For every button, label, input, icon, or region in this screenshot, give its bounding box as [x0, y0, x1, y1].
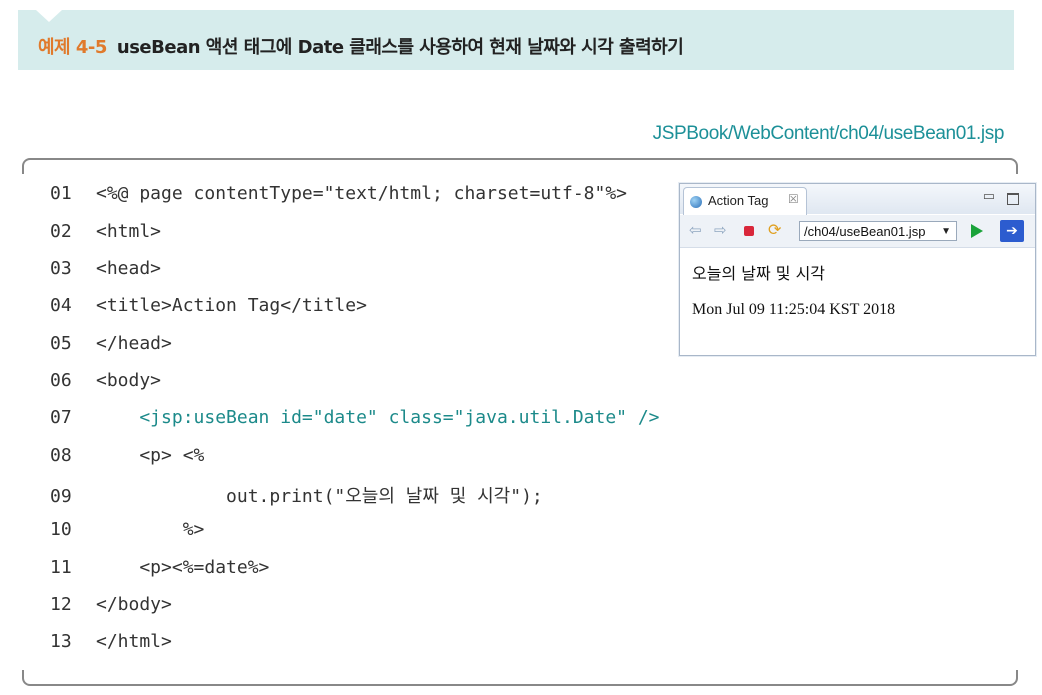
- refresh-icon[interactable]: ⟳: [768, 220, 781, 239]
- code-text: <head>: [96, 258, 162, 279]
- example-title: 예제 4-5 useBean 액션 태그에 Date 클래스를 사용하여 현재 날…: [38, 33, 684, 59]
- file-path: JSPBook/WebContent/ch04/useBean01.jsp: [652, 123, 1005, 144]
- browser-toolbar: ⇦ ⇨ ⟳ /ch04/useBean01.jsp ▼ ➔: [680, 215, 1035, 248]
- code-line: 07 <jsp:useBean id="date" class="java.ut…: [50, 407, 660, 437]
- forward-arrow-icon[interactable]: ⇨: [714, 221, 727, 239]
- code-line: 01 <%@ page contentType="text/html; chars…: [50, 183, 627, 213]
- browser-tab-label: Action Tag: [708, 193, 769, 208]
- code-text: </html>: [96, 631, 172, 652]
- code-box-top-bracket: [22, 158, 1018, 174]
- code-line: 13 </html>: [50, 631, 172, 661]
- minimize-icon[interactable]: ▭: [983, 189, 995, 204]
- line-number: 02: [50, 221, 72, 242]
- url-field[interactable]: /ch04/useBean01.jsp ▼: [799, 221, 957, 241]
- line-number: 10: [50, 519, 72, 540]
- code-text: <html>: [96, 221, 162, 242]
- example-number: 예제 4-5: [38, 37, 107, 58]
- code-text: out.print("오늘의 날짜 및 시각");: [96, 486, 543, 507]
- code-text: <jsp:useBean id="date" class="java.util.…: [96, 407, 660, 428]
- code-text: <p> <%: [96, 445, 205, 466]
- code-box-bottom-bracket: [22, 670, 1018, 686]
- code-line: 03 <head>: [50, 258, 161, 288]
- line-number: 04: [50, 295, 72, 316]
- go-arrow-icon[interactable]: [971, 224, 983, 238]
- stop-icon[interactable]: [744, 226, 754, 236]
- line-number: 06: [50, 370, 72, 391]
- browser-tab-bar: Action Tag ☒ ▭: [680, 184, 1035, 215]
- browser-content-date: Mon Jul 09 11:25:04 KST 2018: [692, 301, 896, 318]
- close-tab-icon[interactable]: ☒: [788, 192, 799, 206]
- code-text: <%@ page contentType="text/html; charset…: [96, 183, 628, 204]
- code-text: <p><%=date%>: [96, 557, 270, 578]
- browser-content-heading: 오늘의 날짜 및 시각: [692, 264, 826, 283]
- example-banner: 예제 4-5 useBean 액션 태그에 Date 클래스를 사용하여 현재 날…: [18, 10, 1014, 70]
- code-text: </head>: [96, 333, 172, 354]
- line-number: 09: [50, 486, 72, 507]
- back-arrow-icon[interactable]: ⇦: [689, 221, 702, 239]
- code-line: 06 <body>: [50, 370, 161, 400]
- code-text: <body>: [96, 370, 162, 391]
- browser-tab[interactable]: Action Tag ☒: [683, 187, 807, 215]
- example-heading: useBean 액션 태그에 Date 클래스를 사용하여 현재 날짜와 시각 …: [116, 37, 684, 58]
- embedded-browser-window: Action Tag ☒ ▭ ⇦ ⇨ ⟳ /ch04/useBean01.jsp…: [679, 183, 1036, 356]
- code-line: 05 </head>: [50, 333, 172, 363]
- line-number: 08: [50, 445, 72, 466]
- line-number: 07: [50, 407, 72, 428]
- url-text: /ch04/useBean01.jsp: [804, 224, 926, 239]
- code-line: 08 <p> <%: [50, 445, 204, 475]
- line-number: 11: [50, 557, 72, 578]
- line-number: 05: [50, 333, 72, 354]
- code-line: 09 out.print("오늘의 날짜 및 시각");: [50, 482, 543, 512]
- code-line: 02 <html>: [50, 221, 161, 251]
- code-line: 04 <title>Action Tag</title>: [50, 295, 367, 325]
- chevron-down-icon[interactable]: ▼: [941, 222, 951, 240]
- code-text: <title>Action Tag</title>: [96, 295, 367, 316]
- banner-notch: [36, 10, 62, 22]
- code-line: 11 <p><%=date%>: [50, 557, 269, 587]
- line-number: 12: [50, 594, 72, 615]
- line-number: 13: [50, 631, 72, 652]
- globe-icon: [690, 196, 702, 208]
- code-line: 12 </body>: [50, 594, 172, 624]
- line-number: 03: [50, 258, 72, 279]
- line-number: 01: [50, 183, 72, 204]
- code-text: </body>: [96, 594, 172, 615]
- code-text: %>: [96, 519, 205, 540]
- maximize-icon[interactable]: [1007, 193, 1019, 205]
- open-external-icon[interactable]: ➔: [1000, 220, 1024, 242]
- code-line: 10 %>: [50, 519, 204, 549]
